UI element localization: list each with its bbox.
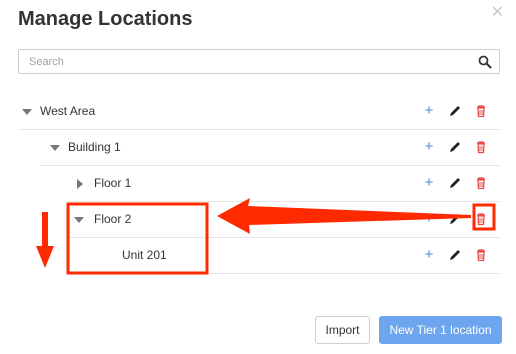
trash-icon[interactable] bbox=[474, 248, 488, 262]
tree-row-label: Unit 201 bbox=[122, 248, 167, 262]
trash-icon[interactable] bbox=[474, 104, 488, 118]
import-button[interactable]: Import bbox=[315, 316, 370, 344]
modal-title: Manage Locations bbox=[18, 8, 193, 30]
search-icon[interactable] bbox=[478, 55, 492, 69]
caret-right-icon[interactable] bbox=[76, 179, 84, 189]
search-box bbox=[18, 49, 500, 74]
tree-row-building-1[interactable]: Building 1 + bbox=[40, 130, 500, 166]
tree-row-label: Building 1 bbox=[68, 140, 121, 154]
tree-row-label: West Area bbox=[40, 104, 96, 118]
plus-icon[interactable]: + bbox=[422, 139, 436, 154]
tree-row-unit-201[interactable]: Unit 201 + bbox=[68, 238, 500, 274]
plus-icon[interactable]: + bbox=[422, 247, 436, 262]
pencil-icon[interactable] bbox=[448, 176, 462, 190]
caret-down-icon[interactable] bbox=[74, 216, 84, 224]
tree-row-label: Floor 1 bbox=[94, 176, 132, 190]
pencil-icon[interactable] bbox=[448, 140, 462, 154]
tree-row-floor-1[interactable]: Floor 1 + bbox=[68, 166, 500, 202]
manage-locations-modal: Manage Locations ✕ West Area + Building … bbox=[0, 0, 516, 354]
trash-icon[interactable] bbox=[474, 140, 488, 154]
close-icon[interactable]: ✕ bbox=[491, 2, 504, 22]
plus-icon[interactable]: + bbox=[422, 175, 436, 190]
tree-row-west-area[interactable]: West Area + bbox=[18, 94, 500, 130]
pencil-icon[interactable] bbox=[448, 212, 462, 226]
plus-icon[interactable]: + bbox=[422, 211, 436, 226]
plus-icon[interactable]: + bbox=[422, 103, 436, 118]
pencil-icon[interactable] bbox=[448, 248, 462, 262]
new-tier-1-location-button[interactable]: New Tier 1 location bbox=[379, 316, 502, 344]
search-input[interactable] bbox=[19, 50, 479, 73]
caret-down-icon[interactable] bbox=[50, 144, 60, 152]
location-tree: West Area + Building 1 + Floor 1 + Floor… bbox=[18, 94, 500, 274]
trash-icon[interactable] bbox=[474, 212, 488, 226]
tree-row-label: Floor 2 bbox=[94, 212, 132, 226]
tree-row-floor-2[interactable]: Floor 2 + bbox=[68, 202, 500, 238]
caret-down-icon[interactable] bbox=[22, 108, 32, 116]
trash-icon[interactable] bbox=[474, 176, 488, 190]
pencil-icon[interactable] bbox=[448, 104, 462, 118]
